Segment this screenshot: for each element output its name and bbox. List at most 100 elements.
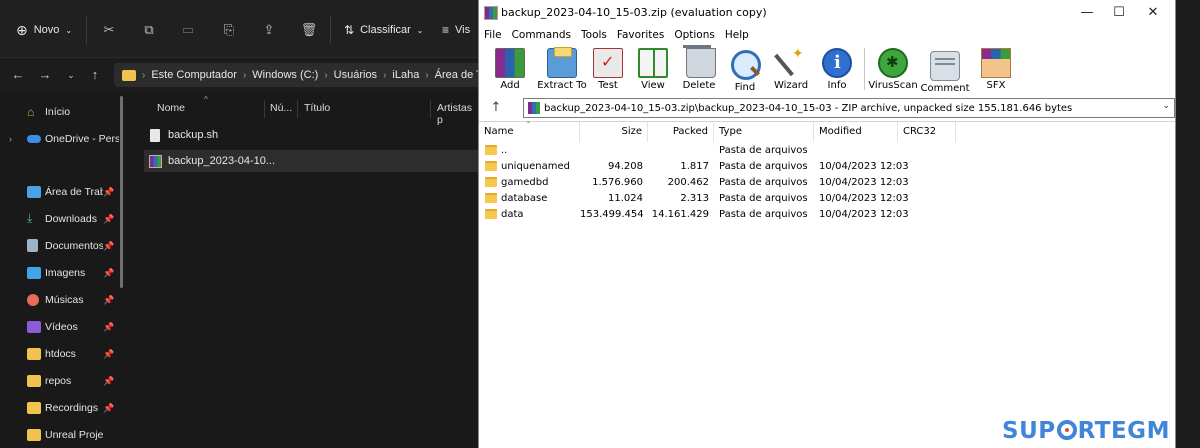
pin-icon[interactable]: 📌 xyxy=(103,403,114,414)
wizard-icon xyxy=(776,46,806,78)
address-bar[interactable]: › Este Computador › Windows (C:) › Usuár… xyxy=(114,63,484,87)
copy-icon[interactable]: ⧉ xyxy=(138,19,160,41)
navigation-scrollbar[interactable] xyxy=(120,96,123,288)
breadcrumb-item[interactable]: iLaha xyxy=(392,69,419,81)
pin-icon[interactable]: 📌 xyxy=(103,268,114,279)
column-header-title[interactable]: Título xyxy=(304,102,330,114)
forward-arrow-icon[interactable]: → xyxy=(36,66,54,84)
nav-item-desktop[interactable]: Área de Traba 📌 xyxy=(0,181,122,203)
tool-label: Comment xyxy=(920,83,970,94)
navigation-pane: ⌂ Início › OneDrive - Pers Área de Traba… xyxy=(0,96,130,448)
archive-row-parent[interactable]: .. Pasta de arquivos xyxy=(479,143,1175,159)
delete-icon[interactable]: 🗑 xyxy=(298,19,320,41)
up-arrow-icon[interactable]: ↑ xyxy=(487,99,505,117)
column-header-artists[interactable]: Artistas p xyxy=(437,102,480,126)
wizard-button[interactable]: Wizard xyxy=(768,46,814,94)
view-button[interactable]: View xyxy=(630,48,676,94)
up-arrow-icon[interactable]: ↑ xyxy=(86,66,104,84)
archive-row[interactable]: uniquenamed 94.208 1.817 Pasta de arquiv… xyxy=(479,159,1175,175)
menu-help[interactable]: Help xyxy=(720,26,754,44)
paste-icon[interactable]: ▭ xyxy=(177,19,199,41)
pin-icon[interactable]: 📌 xyxy=(103,349,114,360)
nav-item-music[interactable]: Músicas 📌 xyxy=(0,289,122,311)
row-name: data xyxy=(501,209,524,220)
nav-item-onedrive[interactable]: › OneDrive - Pers xyxy=(0,128,122,150)
archive-path-field[interactable]: backup_2023-04-10_15-03.zip\backup_2023-… xyxy=(523,98,1175,118)
delete-icon xyxy=(683,45,716,78)
pin-icon[interactable]: 📌 xyxy=(103,187,114,198)
test-button[interactable]: Test xyxy=(585,48,631,94)
chevron-down-icon[interactable]: ⌄ xyxy=(1162,101,1170,111)
tool-label: VirusScan xyxy=(868,80,918,91)
column-header-size[interactable]: Size xyxy=(580,122,648,142)
breadcrumb-item[interactable]: Área de Trab xyxy=(435,69,484,81)
tool-label: Delete xyxy=(682,80,716,91)
file-row-selected[interactable]: backup_2023-04-10... xyxy=(144,150,480,172)
nav-item-pictures[interactable]: Imagens 📌 xyxy=(0,262,122,284)
menu-options[interactable]: Options xyxy=(669,26,720,44)
archive-row[interactable]: gamedbd 1.576.960 200.462 Pasta de arqui… xyxy=(479,175,1175,191)
back-arrow-icon[interactable]: ← xyxy=(9,66,27,84)
virusscan-button[interactable]: VirusScan xyxy=(868,48,918,94)
comment-button[interactable]: Comment xyxy=(920,48,970,94)
maximize-icon[interactable]: ☐ xyxy=(1104,3,1134,23)
toolbar-divider xyxy=(330,16,331,44)
column-header-modified[interactable]: Modified xyxy=(814,122,898,142)
nav-item-repos[interactable]: repos 📌 xyxy=(0,370,122,392)
column-divider[interactable] xyxy=(264,100,265,118)
nav-item-downloads[interactable]: ⤓ Downloads 📌 xyxy=(0,208,122,230)
column-divider[interactable] xyxy=(430,100,431,118)
sort-button[interactable]: ⇅ Classificar ⌄ xyxy=(344,19,424,41)
add-button[interactable]: Add xyxy=(487,48,533,94)
column-divider[interactable] xyxy=(297,100,298,118)
new-button[interactable]: ⊕ Novo ⌄ xyxy=(16,19,72,41)
archive-icon xyxy=(528,102,540,114)
archive-row[interactable]: data 153.499.454 14.161.429 Pasta de arq… xyxy=(479,207,1175,223)
info-button[interactable]: Info xyxy=(814,48,860,94)
recent-chevron-icon[interactable]: ⌄ xyxy=(62,66,80,84)
menu-favorites[interactable]: Favorites xyxy=(612,26,669,44)
suportegm-watermark-logo: SUP RTEGM xyxy=(1002,418,1170,444)
delete-button[interactable]: Delete xyxy=(676,45,722,94)
archive-row[interactable]: database 11.024 2.313 Pasta de arquivos … xyxy=(479,191,1175,207)
pin-icon[interactable]: 📌 xyxy=(103,214,114,225)
rename-icon[interactable]: ⎘ xyxy=(218,19,240,41)
winrar-title-bar[interactable]: backup_2023-04-10_15-03.zip (evaluation … xyxy=(479,0,1175,26)
view-icon xyxy=(638,48,668,78)
menu-commands[interactable]: Commands xyxy=(507,26,576,44)
view-button[interactable]: ≡ Vis xyxy=(442,19,470,41)
share-icon[interactable]: ⇪ xyxy=(258,19,280,41)
column-header-name[interactable]: Nome xyxy=(157,102,185,114)
close-icon[interactable]: ✕ xyxy=(1138,3,1168,23)
chevron-down-icon: ⌄ xyxy=(65,25,73,35)
column-header-crc32[interactable]: CRC32 xyxy=(898,122,956,142)
cloud-icon xyxy=(27,135,41,143)
column-header-type[interactable]: Type xyxy=(714,122,814,142)
nav-item-recordings[interactable]: Recordings 📌 xyxy=(0,397,122,419)
nav-item-htdocs[interactable]: htdocs 📌 xyxy=(0,343,122,365)
column-header-name[interactable]: Name xyxy=(479,122,580,142)
minimize-icon[interactable]: — xyxy=(1072,3,1102,23)
pin-icon[interactable]: 📌 xyxy=(103,376,114,387)
nav-item-documents[interactable]: Documentos 📌 xyxy=(0,235,122,257)
nav-item-unreal-projects[interactable]: Unreal Projec xyxy=(0,424,122,446)
breadcrumb-item[interactable]: Usuários xyxy=(334,69,377,81)
menu-tools[interactable]: Tools xyxy=(576,26,612,44)
pin-icon[interactable]: 📌 xyxy=(103,295,114,306)
pin-icon[interactable]: 📌 xyxy=(103,241,114,252)
nav-label: Downloads xyxy=(45,213,97,225)
sfx-button[interactable]: SFX xyxy=(973,48,1019,94)
column-header-number[interactable]: Nú... xyxy=(270,102,292,114)
find-button[interactable]: Find xyxy=(722,48,768,94)
breadcrumb-item[interactable]: Windows (C:) xyxy=(252,69,318,81)
breadcrumb-item[interactable]: Este Computador xyxy=(151,69,237,81)
nav-item-home[interactable]: ⌂ Início xyxy=(0,101,122,123)
nav-item-videos[interactable]: Vídeos 📌 xyxy=(0,316,122,338)
extract-to-button[interactable]: Extract To xyxy=(536,47,588,94)
column-header-packed[interactable]: Packed xyxy=(648,122,714,142)
cut-icon[interactable]: ✂ xyxy=(98,19,120,41)
menu-file[interactable]: File xyxy=(479,26,507,44)
file-row[interactable]: backup.sh xyxy=(144,124,480,146)
pin-icon[interactable]: 📌 xyxy=(103,322,114,333)
folder-icon xyxy=(485,193,497,203)
